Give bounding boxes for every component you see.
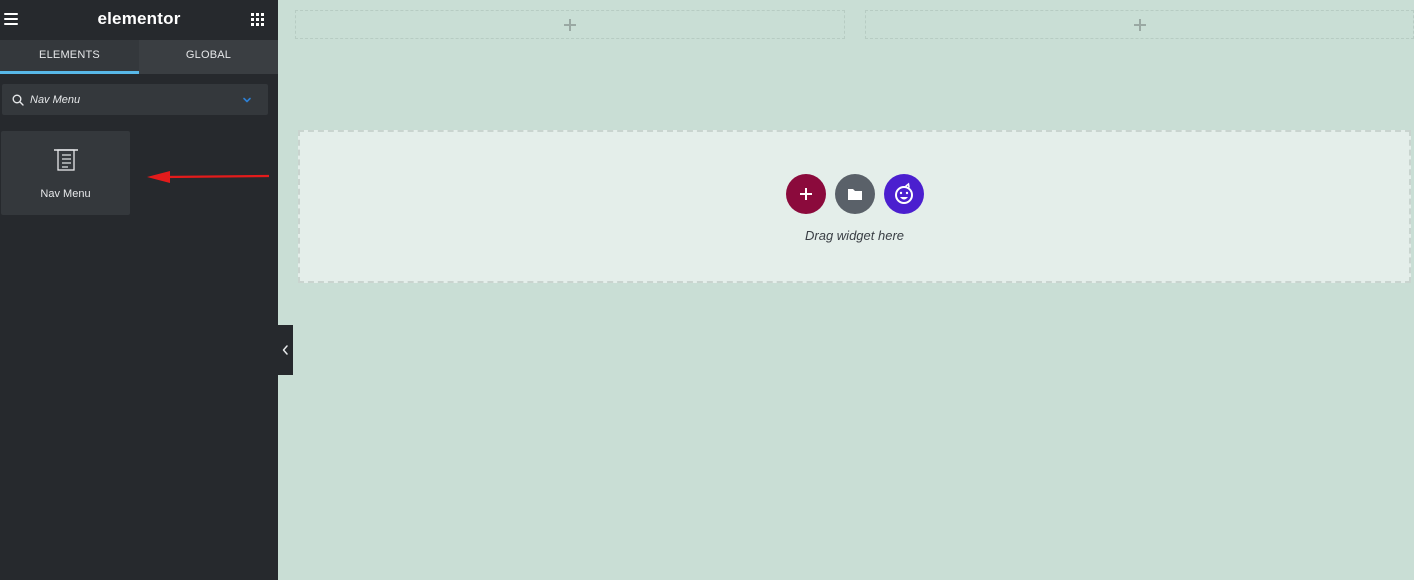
nav-menu-icon xyxy=(54,149,78,171)
empty-column-left[interactable] xyxy=(295,10,845,39)
panel-tabs: ELEMENTS GLOBAL xyxy=(0,40,278,74)
search-icon xyxy=(12,94,24,106)
chevron-left-icon xyxy=(282,345,288,355)
annotation-arrow-icon xyxy=(147,171,270,183)
tab-elements[interactable]: ELEMENTS xyxy=(0,40,139,74)
sidebar-panel: elementor ELEMENTS GLOBAL Nav Menu Nav M… xyxy=(0,0,278,580)
panel-header: elementor xyxy=(0,0,278,40)
empty-column-right[interactable] xyxy=(865,10,1414,39)
plus-icon xyxy=(564,18,576,31)
add-template-button[interactable] xyxy=(835,174,875,214)
widget-dropzone[interactable]: Drag widget here xyxy=(298,130,1411,283)
brand-logo: elementor xyxy=(97,9,181,28)
folder-icon xyxy=(848,189,862,200)
elementor-editor: elementor ELEMENTS GLOBAL Nav Menu Nav M… xyxy=(0,0,1414,580)
add-section-button[interactable] xyxy=(786,174,826,214)
widget-nav-menu[interactable]: Nav Menu xyxy=(1,131,130,215)
plus-icon xyxy=(1133,18,1146,31)
widgets-grid-icon[interactable] xyxy=(251,13,265,27)
drop-zone-hint: Drag widget here xyxy=(805,228,904,243)
plus-icon xyxy=(800,188,812,200)
widget-search xyxy=(2,84,268,115)
search-input[interactable] xyxy=(30,84,230,115)
widget-label: Nav Menu xyxy=(40,188,91,200)
clear-search-icon[interactable] xyxy=(242,95,252,105)
panel-collapse-toggle[interactable] xyxy=(278,325,293,375)
ai-face-icon xyxy=(895,182,913,204)
ai-assistant-button[interactable] xyxy=(884,174,924,214)
tab-global[interactable]: GLOBAL xyxy=(139,40,278,74)
